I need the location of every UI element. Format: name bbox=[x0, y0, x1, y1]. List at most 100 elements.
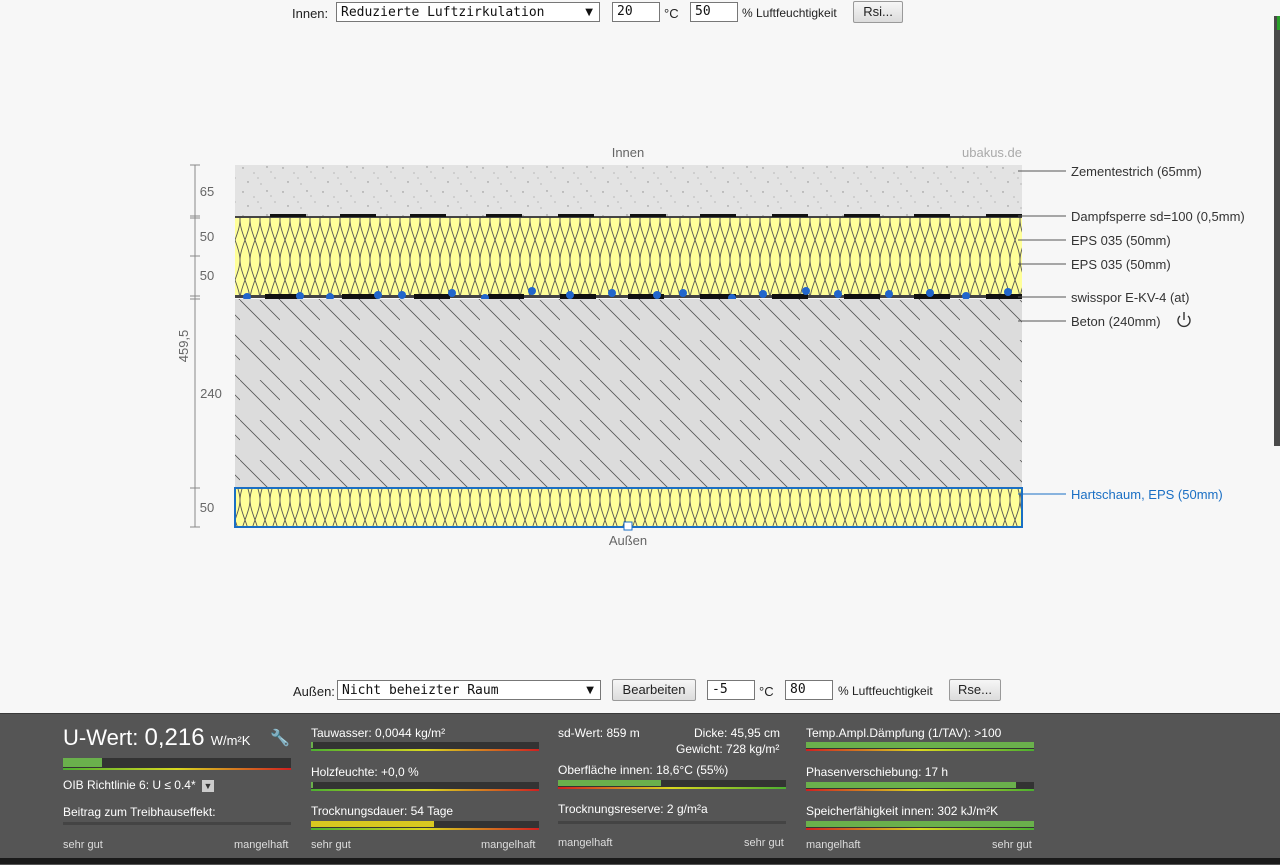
rse-button[interactable]: Rse... bbox=[949, 679, 1001, 701]
trocknung-label: Trocknungsdauer: 54 Tage bbox=[311, 804, 454, 818]
holzfeuchte-label: Holzfeuchte: +0,0 % bbox=[311, 765, 419, 779]
scrollbar[interactable] bbox=[1274, 16, 1280, 446]
footer-edge bbox=[0, 858, 1280, 864]
power-icon[interactable] bbox=[1177, 312, 1191, 328]
inside-humidity-unit: % Luftfeuchtigkeit bbox=[742, 6, 837, 20]
outside-humidity-unit: % Luftfeuchtigkeit bbox=[838, 684, 933, 698]
layer-label-eps-2[interactable]: EPS 035 (50mm) bbox=[1071, 257, 1171, 272]
outside-humidity-input[interactable]: 80 bbox=[785, 680, 833, 700]
reserve-bar bbox=[558, 821, 786, 824]
dimension-scale bbox=[190, 164, 200, 528]
speicher-bar-scale bbox=[806, 828, 1034, 830]
leader-lines bbox=[1018, 170, 1066, 495]
inside-temp-unit: °C bbox=[664, 6, 679, 21]
oberflaeche-bar-fill bbox=[558, 780, 661, 786]
phase-bar-fill bbox=[806, 782, 1016, 788]
rsi-button[interactable]: Rsi... bbox=[853, 1, 903, 23]
oib-label: OIB Richtlinie 6: U ≤ 0.4* bbox=[63, 778, 196, 792]
scale-bad-3: mangelhaft bbox=[558, 837, 613, 849]
temp-amp-bar-scale bbox=[806, 749, 1034, 751]
inside-condition-value: Reduzierte Luftzirkulation bbox=[341, 5, 545, 20]
inside-side-label: Innen bbox=[612, 145, 645, 160]
layer-label-zementestrich[interactable]: Zementestrich (65mm) bbox=[1071, 164, 1202, 179]
gewicht-label: Gewicht: 728 kg/m² bbox=[676, 742, 780, 756]
tauwasser-label: Tauwasser: 0,0044 kg/m² bbox=[311, 726, 446, 740]
dropdown-arrow-icon: ▼ bbox=[586, 685, 594, 696]
inside-condition-select[interactable]: Reduzierte Luftzirkulation ▼ bbox=[336, 2, 600, 22]
outside-temp-unit: °C bbox=[759, 684, 774, 699]
oberflaeche-label: Oberfläche innen: 18,6°C (55%) bbox=[558, 763, 729, 777]
dropdown-arrow-icon[interactable]: ▼ bbox=[201, 780, 214, 792]
tauwasser-bar-scale bbox=[311, 749, 539, 751]
thickness-beton: 240 bbox=[200, 386, 222, 401]
u-value-label: U-Wert: bbox=[63, 725, 139, 750]
layer-label-hartschaum[interactable]: Hartschaum, EPS (50mm) bbox=[1071, 487, 1223, 502]
scale-good-3: sehr gut bbox=[744, 837, 784, 849]
inside-temp-input[interactable]: 20 bbox=[612, 2, 660, 22]
thickness-eps-1: 50 bbox=[200, 229, 214, 244]
oberflaeche-bar-scale bbox=[558, 787, 786, 789]
u-value-display: U-Wert: 0,216 W/m²K bbox=[63, 724, 250, 752]
layer-label-eps-1[interactable]: EPS 035 (50mm) bbox=[1071, 233, 1171, 248]
scale-good-1: sehr gut bbox=[63, 839, 103, 851]
inside-conditions-bar: Innen: Reduzierte Luftzirkulation ▼ 20 °… bbox=[0, 0, 1280, 28]
thickness-zementestrich: 65 bbox=[200, 184, 214, 199]
edit-button[interactable]: Bearbeiten bbox=[612, 679, 696, 701]
u-value-unit: W/m²K bbox=[210, 733, 251, 748]
speicher-bar-fill bbox=[806, 821, 1034, 827]
oib-text: OIB Richtlinie 6: U ≤ 0.4* ▼ bbox=[63, 778, 214, 792]
layer-label-beton[interactable]: Beton (240mm) bbox=[1071, 314, 1161, 329]
outside-label: Außen: bbox=[293, 684, 335, 699]
holzfeuchte-bar-scale bbox=[311, 789, 539, 791]
layer-zementestrich[interactable] bbox=[235, 165, 1022, 216]
speicher-label: Speicherfähigkeit innen: 302 kJ/m²K bbox=[806, 804, 999, 818]
layer-label-swisspor[interactable]: swisspor E-KV-4 (at) bbox=[1071, 290, 1189, 305]
phase-bar bbox=[806, 782, 1034, 791]
speicher-bar bbox=[806, 821, 1034, 830]
u-value-bar bbox=[63, 758, 291, 770]
scale-bad-1: mangelhaft bbox=[234, 839, 289, 851]
layer-eps-1[interactable] bbox=[235, 218, 1022, 256]
thickness-eps-2: 50 bbox=[200, 268, 214, 283]
temp-amp-bar-fill bbox=[806, 742, 1034, 748]
oberflaeche-bar bbox=[558, 780, 786, 789]
outside-temp-input[interactable]: -5 bbox=[707, 680, 755, 700]
temp-amp-label: Temp.Ampl.Dämpfung (1/TAV): >100 bbox=[806, 726, 1002, 740]
trocknung-bar-scale bbox=[311, 828, 539, 830]
outside-condition-select[interactable]: Nicht beheizter Raum ▼ bbox=[337, 680, 601, 700]
inside-label: Innen: bbox=[292, 6, 329, 21]
layer-hartschaum-selected[interactable] bbox=[234, 487, 1023, 528]
layer-eps-2[interactable] bbox=[235, 256, 1022, 296]
reserve-label: Trocknungsreserve: 2 g/m²a bbox=[558, 802, 708, 816]
scale-good-2: sehr gut bbox=[311, 839, 351, 851]
holzfeuchte-bar bbox=[311, 782, 539, 791]
results-panel: U-Wert: 0,216 W/m²K 🔧 OIB Richtlinie 6: … bbox=[0, 713, 1280, 865]
resize-handle[interactable] bbox=[623, 521, 633, 531]
u-value-bar-scale bbox=[63, 768, 291, 770]
wrench-icon[interactable]: 🔧 bbox=[270, 728, 290, 748]
phase-label: Phasenverschiebung: 17 h bbox=[806, 765, 949, 779]
temp-amp-bar bbox=[806, 742, 1034, 751]
phase-bar-scale bbox=[806, 789, 1034, 791]
tauwasser-bar bbox=[311, 742, 539, 751]
holzfeuchte-bar-fill bbox=[311, 782, 314, 788]
scale-bad-2: mangelhaft bbox=[481, 839, 536, 851]
inside-humidity-input[interactable]: 50 bbox=[690, 2, 738, 22]
greenhouse-label: Beitrag zum Treibhauseffekt: bbox=[63, 805, 216, 819]
watermark: ubakus.de bbox=[962, 145, 1022, 160]
layer-diagram: Innen ubakus.de Außen 65 50 50 240 50 45… bbox=[176, 145, 1245, 548]
trocknung-bar bbox=[311, 821, 539, 830]
layer-beton[interactable] bbox=[235, 299, 1022, 488]
thickness-hartschaum: 50 bbox=[200, 500, 214, 515]
total-thickness: 459,5 bbox=[176, 330, 191, 363]
layer-label-dampfsperre[interactable]: Dampfsperre sd=100 (0,5mm) bbox=[1071, 209, 1245, 224]
trocknung-bar-fill bbox=[311, 821, 435, 827]
greenhouse-bar bbox=[63, 822, 291, 825]
sd-wert-label: sd-Wert: 859 m bbox=[558, 726, 640, 740]
u-value-number: 0,216 bbox=[144, 724, 205, 751]
scale-good-4: sehr gut bbox=[992, 839, 1032, 851]
scale-bad-4: mangelhaft bbox=[806, 839, 861, 851]
tauwasser-bar-fill bbox=[311, 742, 314, 748]
dicke-label: Dicke: 45,95 cm bbox=[694, 726, 781, 740]
outside-side-label: Außen bbox=[609, 533, 647, 548]
